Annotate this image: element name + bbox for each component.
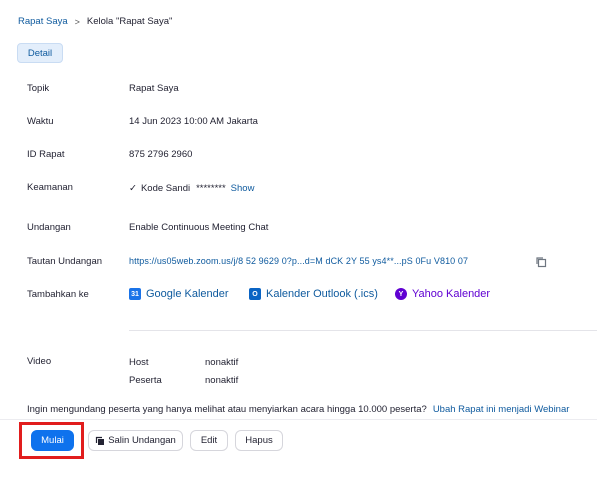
check-icon: ✓ — [129, 183, 137, 194]
google-calendar-icon: 31 — [129, 288, 141, 300]
topic-label: Topik — [27, 83, 50, 94]
footer-divider — [0, 419, 597, 420]
edit-button[interactable]: Edit — [190, 430, 228, 451]
invitees-label: Undangan — [27, 222, 71, 233]
copy-invitation-button[interactable]: Salin Undangan — [88, 430, 183, 451]
chevron-right-icon: > — [74, 16, 80, 27]
breadcrumb-my-meetings[interactable]: Rapat Saya — [18, 16, 68, 27]
webinar-prompt: Ingin mengundang peserta yang hanya meli… — [27, 404, 569, 415]
security-label: Keamanan — [27, 182, 73, 193]
start-button[interactable]: Mulai — [31, 430, 74, 451]
copy-invitation-label: Salin Undangan — [108, 435, 176, 446]
yahoo-calendar-label: Yahoo Kalender — [412, 288, 491, 300]
webinar-question: Ingin mengundang peserta yang hanya meli… — [27, 404, 427, 415]
breadcrumb: Rapat Saya > Kelola "Rapat Saya" — [18, 16, 172, 27]
video-participant-label: Peserta — [129, 375, 162, 386]
video-host-label: Host — [129, 357, 149, 368]
section-divider — [129, 330, 597, 331]
delete-button[interactable]: Hapus — [235, 430, 283, 451]
time-label: Waktu — [27, 116, 54, 127]
add-to-label: Tambahkan ke — [27, 289, 89, 300]
topic-value: Rapat Saya — [129, 83, 179, 94]
yahoo-calendar-link[interactable]: Y Yahoo Kalender — [395, 288, 490, 300]
breadcrumb-current: Kelola "Rapat Saya" — [86, 16, 173, 27]
google-calendar-label: Google Kalender — [146, 288, 229, 300]
google-calendar-link[interactable]: 31 Google Kalender — [129, 288, 229, 300]
video-participant-value: nonaktif — [205, 375, 239, 386]
outlook-icon: O — [249, 288, 261, 300]
video-label: Video — [27, 356, 52, 367]
invitees-value: Enable Continuous Meeting Chat — [129, 222, 269, 233]
outlook-calendar-link[interactable]: O Kalender Outlook (.ics) — [249, 288, 378, 300]
passcode-mask: ******** — [196, 183, 226, 194]
copy-icon[interactable] — [535, 256, 547, 268]
show-passcode-link[interactable]: Show — [231, 183, 255, 194]
outlook-calendar-label: Kalender Outlook (.ics) — [266, 288, 378, 300]
copy-icon — [96, 436, 105, 445]
meeting-id-label: ID Rapat — [27, 149, 65, 160]
security-value: ✓ Kode Sandi ******** Show — [129, 183, 254, 194]
tab-detail[interactable]: Detail — [17, 43, 63, 63]
invite-link-label: Tautan Undangan — [27, 256, 103, 267]
yahoo-icon: Y — [395, 288, 407, 300]
video-host-value: nonaktif — [205, 357, 239, 368]
meeting-id-value: 875 2796 2960 — [129, 149, 193, 160]
time-value: 14 Jun 2023 10:00 AM Jakarta — [129, 116, 258, 127]
passcode-label: Kode Sandi — [140, 183, 191, 194]
invite-link-url[interactable]: https://us05web.zoom.us/j/8 52 9629 0?p.… — [129, 256, 468, 266]
convert-to-webinar-link[interactable]: Ubah Rapat ini menjadi Webinar — [433, 404, 570, 415]
